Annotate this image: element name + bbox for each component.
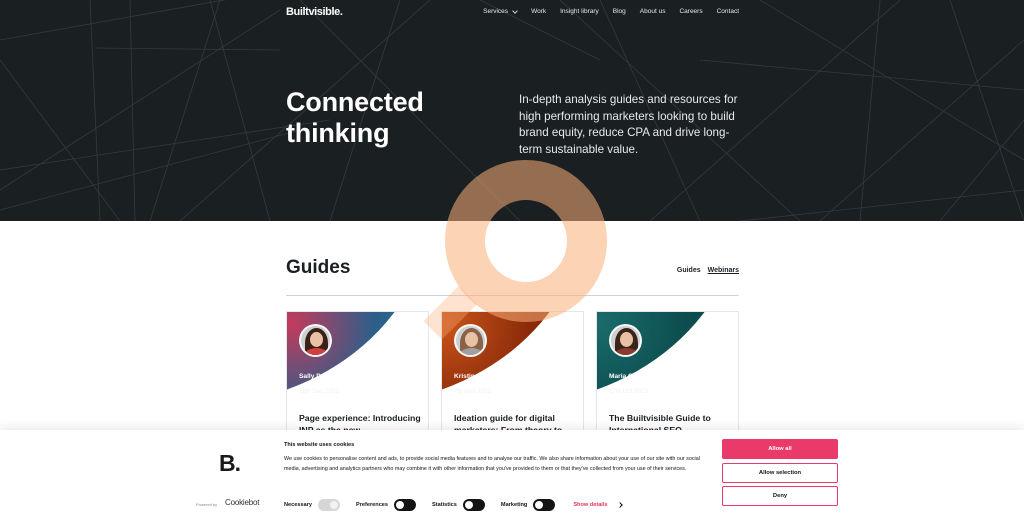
allow-selection-button[interactable]: Allow selection [722, 463, 838, 483]
toggle-statistics[interactable] [462, 499, 485, 511]
nav-item-label: Services [483, 8, 509, 15]
hero-title-line1: Connected [286, 87, 424, 117]
brand-logo: B. [219, 450, 241, 476]
guide-card[interactable]: Sally Poundall 11th Dec 2023 Page experi… [286, 311, 429, 441]
card-image: Sally Poundall 11th Dec 2023 [287, 312, 428, 405]
cookie-toggles: Necessary Preferences Statistics Marketi… [284, 499, 623, 511]
cookie-title: This website uses cookies [284, 442, 355, 448]
toggle-label-necessary: Necessary [284, 502, 312, 508]
chevron-down-icon [512, 7, 518, 14]
nav-item-work[interactable]: Work [531, 8, 546, 15]
toggle-label-marketing: Marketing [500, 502, 528, 508]
author-avatar [454, 324, 487, 357]
toggle-preferences[interactable] [394, 499, 417, 511]
chevron-right-icon[interactable] [616, 502, 623, 508]
card-image: Kristina Lazarevic 7th Nov 2023 [442, 312, 583, 405]
card-date: 11th Dec 2023 [299, 388, 339, 395]
hero-description: In-depth analysis guides and resources f… [519, 93, 738, 156]
tab-guides[interactable]: Guides [677, 267, 701, 274]
author-avatar [609, 324, 642, 357]
toggle-marketing[interactable] [533, 499, 556, 511]
nav-item-services[interactable]: Services [483, 7, 518, 15]
cookie-consent-banner: B. Powered by Cookiebot This website use… [0, 430, 1024, 516]
top-nav: Builtvisible. Services Work Insight libr… [0, 0, 1024, 26]
cookie-description: We use cookies to personalise content an… [284, 456, 700, 473]
card-date: 17th Oct 2023 [609, 388, 648, 395]
powered-by-label: Powered by [196, 502, 218, 507]
nav-item-insight-library[interactable]: Insight library [560, 8, 599, 15]
card-image: Maria Camanes 17th Oct 2023 [597, 312, 738, 405]
toggle-label-preferences: Preferences [356, 502, 389, 508]
tab-webinars[interactable]: Webinars [708, 267, 739, 274]
toggle-label-statistics: Statistics [432, 502, 457, 508]
site-logo[interactable]: Builtvisible. [286, 6, 343, 18]
allow-all-button[interactable]: Allow all [722, 439, 838, 459]
nav-item-contact[interactable]: Contact [717, 8, 739, 15]
deny-button[interactable]: Deny [722, 486, 838, 506]
author-avatar [299, 324, 332, 357]
card-author: Maria Camanes [609, 373, 658, 380]
section-tabs: Guides Webinars [677, 267, 739, 274]
show-details-link[interactable]: Show details [573, 502, 607, 508]
toggle-necessary [318, 499, 340, 511]
guide-card[interactable]: Kristina Lazarevic 7th Nov 2023 Ideation… [441, 311, 584, 441]
guide-cards: Sally Poundall 11th Dec 2023 Page experi… [286, 311, 739, 441]
nav-item-about-us[interactable]: About us [640, 8, 666, 15]
card-author: Kristina Lazarevic [454, 373, 511, 380]
card-author: Sally Poundall [299, 373, 345, 380]
nav-item-blog[interactable]: Blog [613, 8, 626, 15]
card-date: 7th Nov 2023 [454, 388, 491, 395]
hero-title-line2: thinking [286, 118, 390, 148]
nav-menu: Services Work Insight library Blog About… [483, 7, 739, 15]
nav-item-careers[interactable]: Careers [679, 8, 702, 15]
section-title: Guides [286, 257, 351, 278]
hero-title: Connected thinking [286, 87, 424, 149]
cookiebot-logo[interactable]: Cookiebot [225, 498, 259, 507]
guide-card[interactable]: Maria Camanes 17th Oct 2023 The Builtvis… [596, 311, 739, 441]
